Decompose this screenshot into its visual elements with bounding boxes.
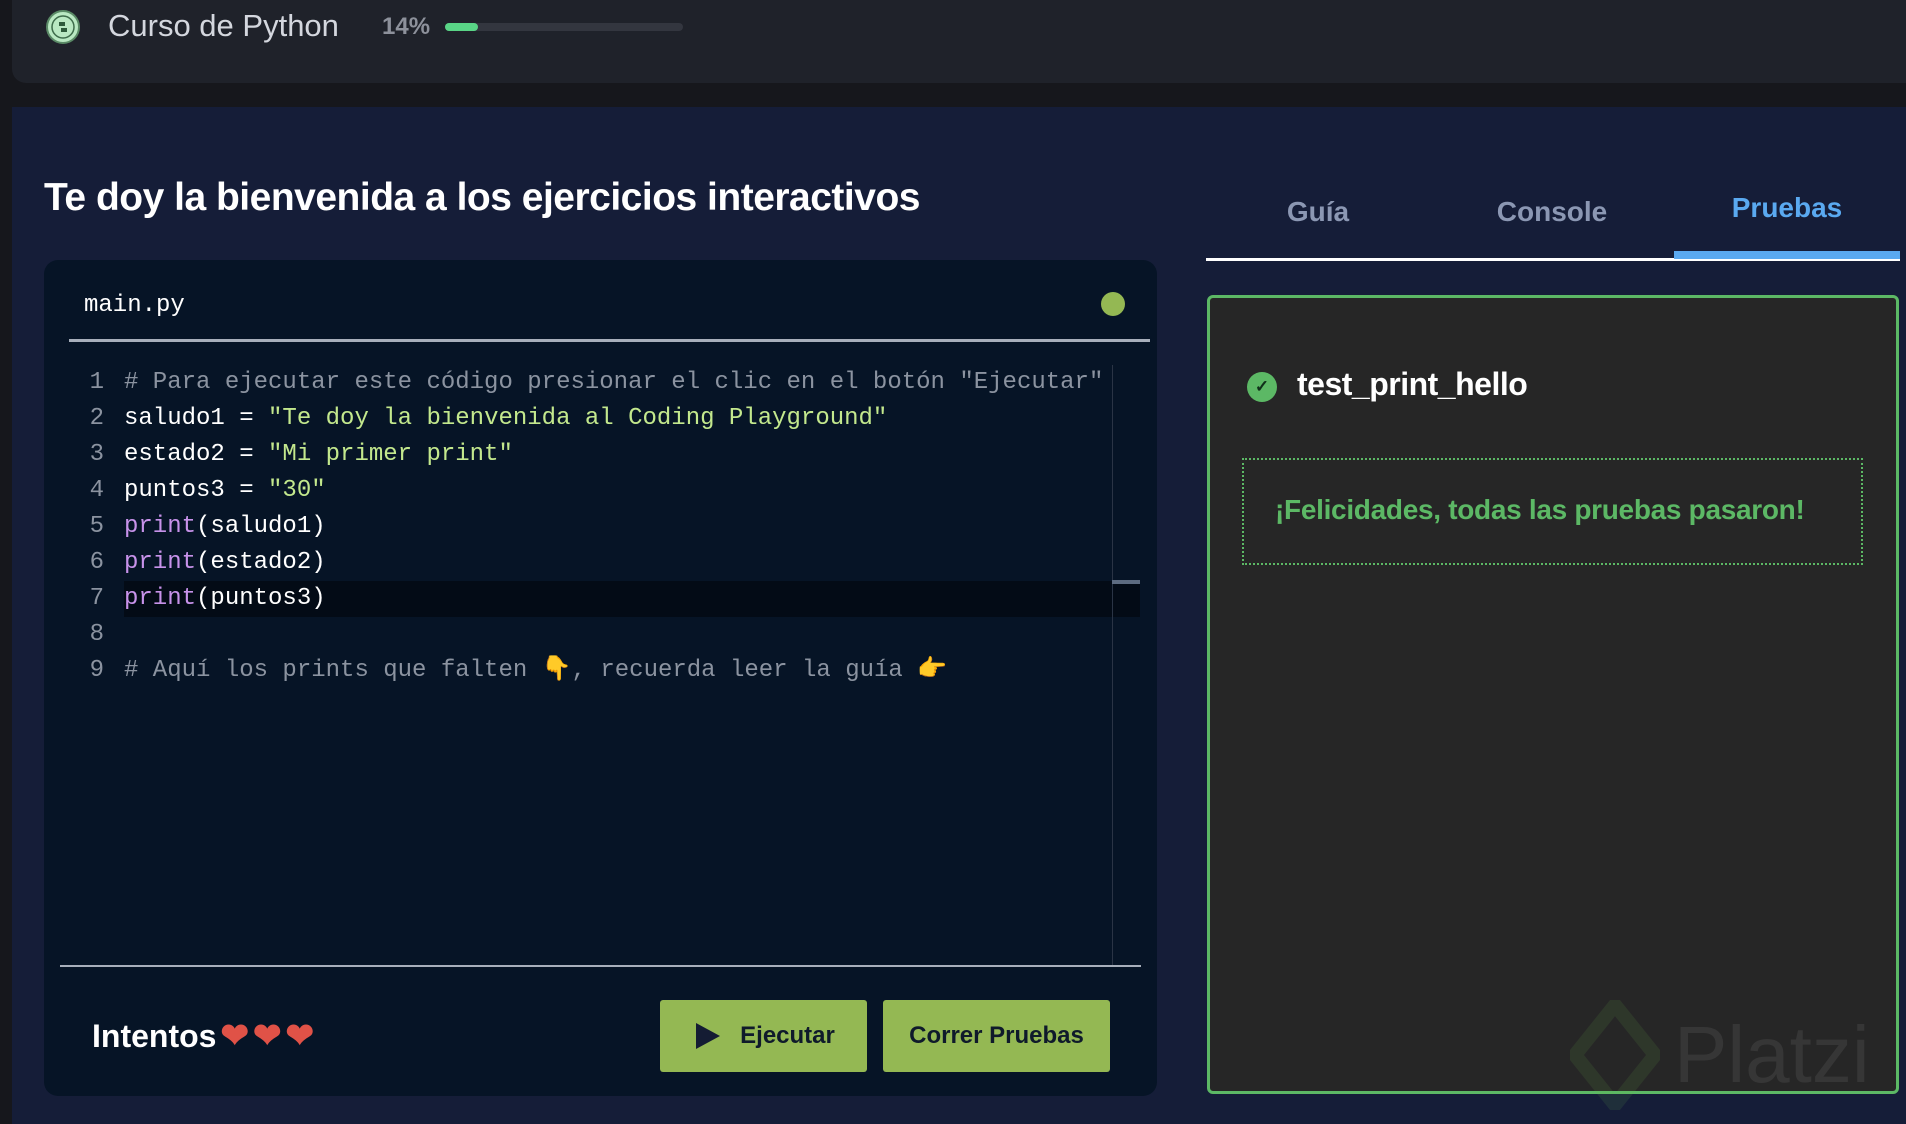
code-token: "30" [268, 477, 326, 504]
code-line[interactable]: 4 puntos3 = "30" [60, 473, 1140, 509]
line-number: 9 [89, 657, 104, 684]
progress-bar-fill [445, 23, 479, 31]
tab-guia[interactable]: Guía [1287, 196, 1349, 228]
progress-bar [445, 23, 683, 31]
code-line[interactable]: 2 saludo1 = "Te doy la bienvenida al Codi… [60, 401, 1140, 437]
tab-console[interactable]: Console [1497, 196, 1607, 228]
heart-icon: ❤ [285, 1017, 314, 1055]
play-icon [696, 1023, 721, 1049]
platzi-watermark: Platzi [1570, 1000, 1870, 1110]
code-line[interactable]: 3 estado2 = "Mi primer print" [60, 437, 1140, 473]
code-text: saludo1 = "Te doy la bienvenida al Codin… [124, 401, 887, 437]
run-label: Ejecutar [740, 1022, 835, 1049]
attempts-label: Intentos [92, 1018, 217, 1054]
run-tests-button[interactable]: Correr Pruebas [883, 1000, 1110, 1072]
code-token: (estado2) [196, 549, 326, 576]
line-number: 2 [89, 405, 104, 432]
status-dot [1101, 292, 1125, 316]
code-line[interactable]: 7 print(puntos3) [60, 581, 1140, 617]
code-text: # Aquí los prints que falten 👇, recuerda… [124, 653, 947, 689]
code-token: (puntos3) [196, 585, 326, 612]
editor-scrollbar-track[interactable] [1112, 365, 1113, 965]
line-number: 6 [89, 549, 104, 576]
run-button[interactable]: Ejecutar [660, 1000, 867, 1072]
file-tab[interactable]: main.py [84, 292, 185, 319]
code-area[interactable]: 1 # Para ejecutar este código presionar e… [60, 365, 1140, 689]
page-title: Te doy la bienvenida a los ejercicios in… [44, 176, 920, 219]
heart-icon: ❤ [252, 1017, 282, 1055]
line-number: 7 [89, 585, 104, 612]
test-name: test_print_hello [1297, 366, 1528, 402]
code-token: # Aquí los prints que falten 👇, recuerda… [124, 657, 948, 684]
editor-divider [69, 339, 1150, 342]
code-token: puntos3 = [124, 477, 269, 504]
code-line[interactable]: 9 # Aquí los prints que falten 👇, recuerd… [60, 653, 1140, 689]
code-token: print [124, 513, 197, 540]
heart-icon: ❤ [220, 1017, 249, 1055]
progress-percent: 14% [382, 13, 431, 40]
platzi-logo-icon [1570, 1000, 1660, 1110]
code-line[interactable]: 8 [60, 617, 1140, 653]
code-token: print [124, 549, 197, 576]
code-token: (saludo1) [196, 513, 326, 540]
code-text: # Para ejecutar este código presionar el… [124, 365, 1103, 401]
code-token: "Te doy la bienvenida al Coding Playgrou… [268, 405, 888, 432]
python-course-badge-icon[interactable] [46, 10, 80, 44]
tab-pruebas[interactable]: Pruebas [1732, 192, 1843, 224]
editor-bottom-divider [60, 965, 1141, 967]
code-text: print(estado2) [124, 545, 326, 581]
course-title[interactable]: Curso de Python [108, 8, 339, 44]
code-text: print(puntos3) [124, 581, 1140, 617]
code-text: puntos3 = "30" [124, 473, 326, 509]
code-token: saludo1 = [124, 405, 269, 432]
line-number: 4 [89, 477, 104, 504]
code-text: estado2 = "Mi primer print" [124, 437, 513, 473]
code-line[interactable]: 1 # Para ejecutar este código presionar e… [60, 365, 1140, 401]
check-circle-icon: ✓ [1247, 372, 1277, 402]
active-tab-indicator [1674, 251, 1900, 259]
test-success-message: ¡Felicidades, todas las pruebas pasaron! [1275, 494, 1805, 525]
line-number: 3 [89, 441, 104, 468]
line-number: 8 [89, 621, 104, 648]
code-line[interactable]: 5 print(saludo1) [60, 509, 1140, 545]
code-line[interactable]: 6 print(estado2) [60, 545, 1140, 581]
line-number: 5 [89, 513, 104, 540]
line-number: 1 [89, 369, 104, 396]
code-token: # Para ejecutar este código presionar el… [124, 369, 1104, 396]
code-token: estado2 = [124, 441, 269, 468]
test-results-panel [1207, 295, 1899, 1094]
run-tests-label: Correr Pruebas [909, 1022, 1084, 1049]
code-text: print(saludo1) [124, 509, 326, 545]
code-token: print [124, 585, 197, 612]
code-token: "Mi primer print" [268, 441, 513, 468]
editor-scrollbar-thumb[interactable] [1112, 580, 1140, 584]
attempts: Intentos ❤ ❤ ❤ [92, 1016, 314, 1056]
